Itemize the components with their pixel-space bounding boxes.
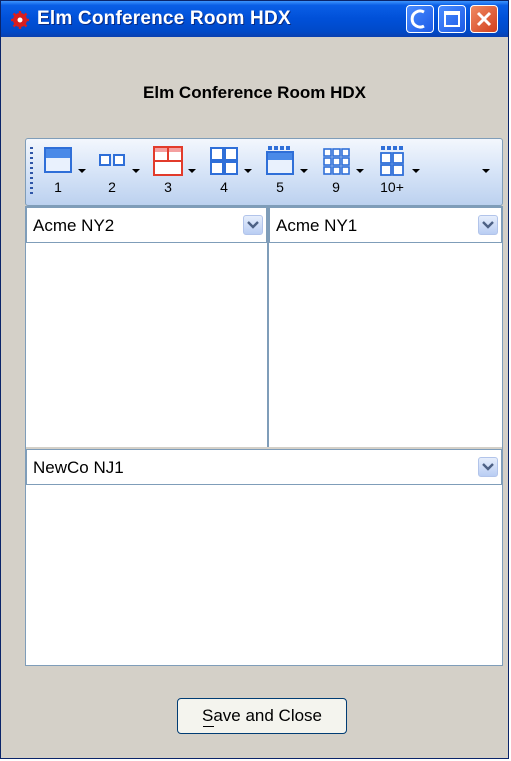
layout-label: 9: [332, 179, 340, 195]
layout-4-icon: [210, 147, 238, 175]
dropdown-arrow-icon[interactable]: [356, 169, 364, 173]
save-button-label: Save and Close: [201, 706, 323, 725]
layout-button-10plus[interactable]: 10+: [374, 143, 426, 201]
title-bar[interactable]: Elm Conference Room HDX: [1, 1, 508, 37]
site-select-bottom[interactable]: NewCo NJ1: [26, 449, 502, 485]
app-window: Elm Conference Room HDX Elm Conference R…: [0, 0, 509, 759]
save-and-close-button[interactable]: Save and Close: [177, 698, 347, 734]
layout-button-3[interactable]: 3: [150, 143, 202, 201]
layout-2-icon: [99, 154, 125, 166]
toolbar-overflow-icon[interactable]: [482, 169, 490, 173]
layout-button-2[interactable]: 2: [94, 143, 146, 201]
maximize-icon: [444, 11, 460, 27]
site-select-value: Acme NY1: [276, 216, 358, 235]
chevron-down-icon: [482, 463, 494, 471]
site-select-top-left[interactable]: Acme NY2: [26, 207, 267, 243]
layout-label: 2: [108, 179, 116, 195]
dropdown-arrow-icon[interactable]: [244, 169, 252, 173]
layout-toolbar: 1 2 3 4 5 9 10+: [25, 138, 503, 206]
dropdown-button[interactable]: [478, 215, 498, 235]
minimize-button[interactable]: [406, 5, 434, 33]
layout-label: 4: [220, 179, 228, 195]
site-select-top-right[interactable]: Acme NY1: [269, 207, 502, 243]
dropdown-arrow-icon[interactable]: [188, 169, 196, 173]
page-heading: Elm Conference Room HDX: [143, 83, 366, 102]
layout-button-4[interactable]: 4: [206, 143, 258, 201]
layout-button-5[interactable]: 5: [262, 143, 314, 201]
panel-divider-vertical: [267, 207, 269, 447]
mnemonic-underline: [202, 726, 215, 727]
dropdown-arrow-icon[interactable]: [78, 169, 86, 173]
layout-button-9[interactable]: 9: [318, 143, 370, 201]
dropdown-button[interactable]: [243, 215, 263, 235]
dropdown-arrow-icon[interactable]: [300, 169, 308, 173]
layout-1-icon: [44, 147, 72, 173]
toolbar-grip[interactable]: [30, 147, 33, 197]
dropdown-button[interactable]: [478, 457, 498, 477]
layout-label: 1: [54, 179, 62, 195]
layout-label: 3: [164, 179, 172, 195]
chevron-down-icon: [247, 221, 259, 229]
minimize-icon: [410, 9, 425, 29]
site-select-value: Acme NY2: [33, 216, 115, 235]
close-icon: [476, 11, 492, 27]
site-select-value: NewCo NJ1: [33, 458, 124, 477]
chevron-down-icon: [482, 221, 494, 229]
red-gear-icon: [11, 11, 29, 29]
close-button[interactable]: [470, 5, 498, 33]
dropdown-arrow-icon[interactable]: [132, 169, 140, 173]
layout-button-1[interactable]: 1: [40, 143, 92, 201]
layout-label: 5: [276, 179, 284, 195]
dropdown-arrow-icon[interactable]: [412, 169, 420, 173]
layout-10plus-icon: [380, 146, 404, 176]
maximize-button[interactable]: [438, 5, 466, 33]
layout-9-icon: [323, 148, 350, 175]
video-layout-panel: Acme NY2 Acme NY1 NewCo NJ1: [25, 206, 503, 666]
layout-5-icon: [266, 146, 294, 175]
layout-label: 10+: [380, 179, 404, 195]
layout-3-icon: [153, 146, 183, 176]
window-title: Elm Conference Room HDX: [37, 8, 291, 29]
